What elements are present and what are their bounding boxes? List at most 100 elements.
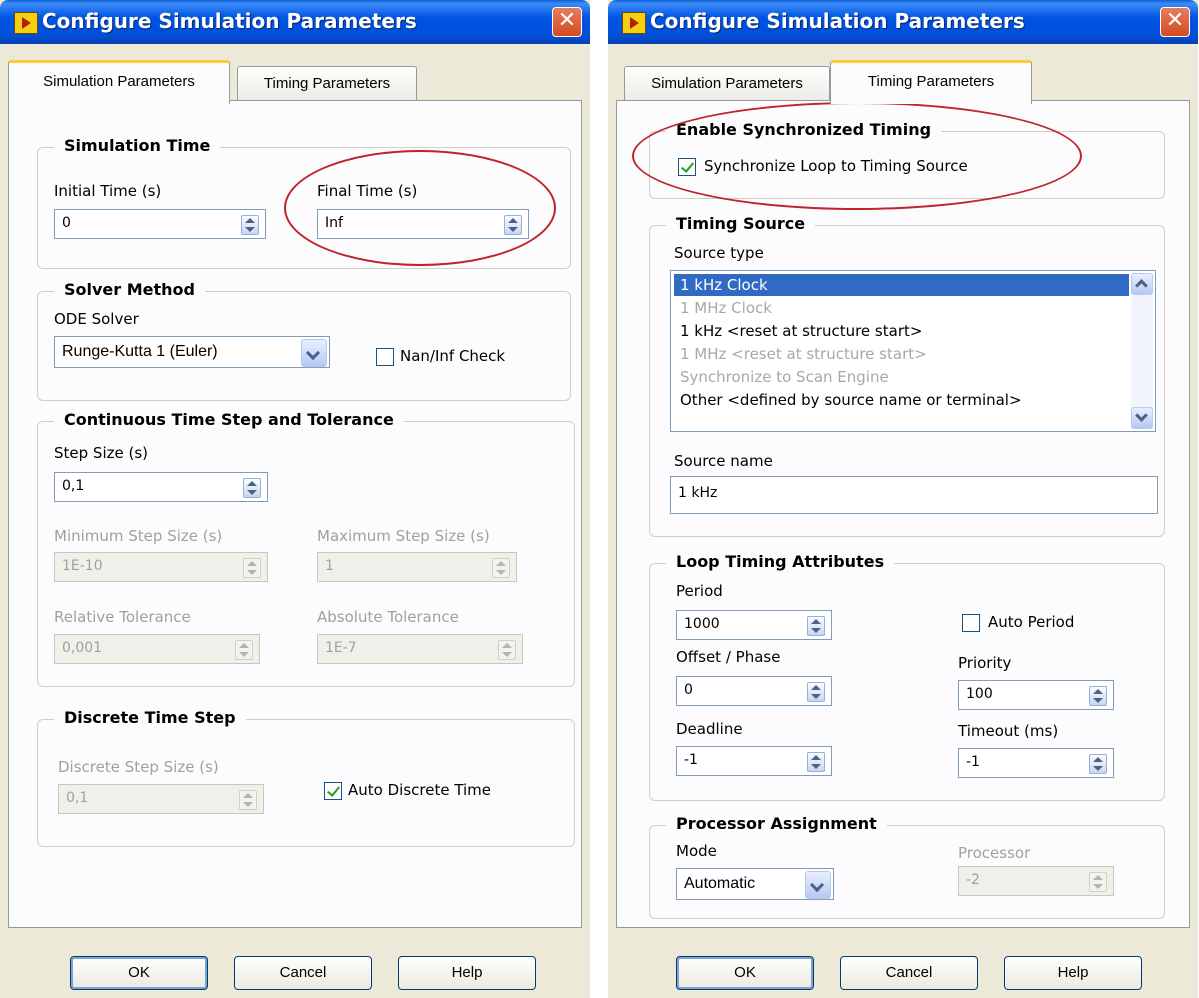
scroll-up-icon[interactable]: [1131, 273, 1153, 295]
priority-input[interactable]: 100: [958, 680, 1114, 710]
scroll-down-icon[interactable]: [1131, 407, 1153, 429]
processor-input: -2: [958, 866, 1114, 896]
ok-button[interactable]: OK: [676, 956, 814, 990]
loop-timing-group: Loop Timing Attributes Period 1000 Auto …: [649, 552, 1165, 801]
deadline-input[interactable]: -1: [676, 746, 832, 776]
timeout-input[interactable]: -1: [958, 748, 1114, 778]
value: Automatic: [684, 875, 756, 892]
list-item[interactable]: Other <defined by source name or termina…: [674, 389, 1129, 411]
sync-loop-checkbox[interactable]: [678, 158, 696, 176]
tab-simulation-parameters[interactable]: Simulation Parameters: [8, 60, 230, 104]
simulation-time-group: Simulation Time Initial Time (s) 0 Final…: [37, 136, 571, 269]
close-button[interactable]: ✕: [552, 7, 582, 37]
initial-time-input[interactable]: 0: [54, 209, 266, 239]
spinner-icon[interactable]: [243, 478, 261, 498]
step-size-input[interactable]: 0,1: [54, 472, 268, 502]
auto-period-checkbox[interactable]: [962, 614, 980, 632]
value: -2: [966, 872, 980, 888]
solver-method-group: Solver Method ODE Solver Runge-Kutta 1 (…: [37, 280, 571, 401]
group-title: Continuous Time Step and Tolerance: [54, 410, 404, 429]
value: 1000: [684, 616, 720, 632]
source-name-field[interactable]: 1 kHz: [670, 476, 1158, 514]
group-title: Simulation Time: [54, 136, 221, 155]
period-input[interactable]: 1000: [676, 610, 832, 640]
min-step-input: 1E-10: [54, 552, 268, 582]
spinner-icon[interactable]: [504, 215, 522, 235]
final-time-input[interactable]: Inf: [317, 209, 529, 239]
spinner-icon: [498, 640, 516, 660]
left-dialog: Configure Simulation Parameters ✕ Simula…: [0, 0, 590, 998]
cancel-button[interactable]: Cancel: [840, 956, 978, 990]
value: 0: [62, 215, 71, 231]
priority-label: Priority: [958, 654, 1012, 672]
help-button[interactable]: Help: [398, 956, 536, 990]
value: 0,001: [62, 640, 103, 656]
spinner-icon: [243, 558, 261, 578]
value: -1: [684, 752, 698, 768]
spinner-icon[interactable]: [807, 616, 825, 636]
offset-phase-label: Offset / Phase: [676, 648, 781, 666]
spinner-icon[interactable]: [807, 752, 825, 772]
naninf-checkbox[interactable]: [376, 348, 394, 366]
right-dialog: Configure Simulation Parameters ✕ Simula…: [608, 0, 1198, 998]
max-step-label: Maximum Step Size (s): [317, 527, 490, 545]
source-name-label: Source name: [674, 452, 773, 470]
value: 1 kHz: [678, 485, 718, 501]
processor-label: Processor: [958, 844, 1031, 862]
offset-phase-input[interactable]: 0: [676, 676, 832, 706]
group-title: Solver Method: [54, 280, 205, 299]
processor-assignment-group: Processor Assignment Mode Automatic Proc…: [649, 814, 1165, 919]
tab-strip: Simulation Parameters Timing Parameters: [616, 60, 1190, 104]
step-size-label: Step Size (s): [54, 444, 148, 462]
value: Runge-Kutta 1 (Euler): [62, 343, 218, 360]
ode-solver-label: ODE Solver: [54, 310, 139, 328]
spinner-icon[interactable]: [807, 682, 825, 702]
list-item: 1 MHz Clock: [680, 299, 772, 317]
absolute-tolerance-label: Absolute Tolerance: [317, 608, 459, 626]
help-button[interactable]: Help: [1004, 956, 1142, 990]
value: 1E-7: [325, 640, 357, 656]
initial-time-label: Initial Time (s): [54, 182, 162, 200]
auto-discrete-checkbox[interactable]: [324, 782, 342, 800]
period-label: Period: [676, 582, 723, 600]
value: 0,1: [66, 790, 89, 806]
final-time-label: Final Time (s): [317, 182, 418, 200]
window-gap: [591, 0, 608, 998]
ok-button[interactable]: OK: [70, 956, 208, 990]
labview-logo-icon: [622, 12, 646, 34]
spinner-icon[interactable]: [1089, 686, 1107, 706]
group-title: Processor Assignment: [666, 814, 887, 833]
cancel-button[interactable]: Cancel: [234, 956, 372, 990]
tab-timing-parameters[interactable]: Timing Parameters: [830, 60, 1032, 104]
chevron-down-icon[interactable]: [805, 871, 831, 899]
list-item[interactable]: 1 kHz Clock: [674, 274, 1129, 296]
value: 0: [684, 682, 693, 698]
spinner-icon: [235, 640, 253, 660]
value: -1: [966, 754, 980, 770]
deadline-label: Deadline: [676, 720, 743, 738]
list-item[interactable]: 1 kHz <reset at structure start>: [674, 320, 1129, 342]
list-item: 1 MHz <reset at structure start>: [680, 345, 927, 363]
scrollbar[interactable]: [1131, 273, 1153, 429]
chevron-down-icon[interactable]: [301, 339, 327, 367]
max-step-input: 1: [317, 552, 517, 582]
ode-solver-select[interactable]: Runge-Kutta 1 (Euler): [54, 336, 330, 368]
spinner-icon[interactable]: [241, 215, 259, 235]
tab-panel: Simulation Time Initial Time (s) 0 Final…: [8, 100, 582, 928]
source-type-list[interactable]: 1 kHz Clock 1 MHz Clock 1 kHz <reset at …: [670, 270, 1156, 432]
tab-strip: Simulation Parameters Timing Parameters: [8, 60, 582, 104]
group-title: Enable Synchronized Timing: [666, 120, 942, 139]
group-title: Loop Timing Attributes: [666, 552, 895, 571]
min-step-label: Minimum Step Size (s): [54, 527, 223, 545]
tab-simulation-parameters[interactable]: Simulation Parameters: [624, 66, 830, 101]
absolute-tolerance-input: 1E-7: [317, 634, 523, 664]
close-button[interactable]: ✕: [1160, 7, 1190, 37]
relative-tolerance-label: Relative Tolerance: [54, 608, 191, 626]
window-title: Configure Simulation Parameters: [42, 9, 417, 33]
spinner-icon[interactable]: [1089, 754, 1107, 774]
discrete-step-input: 0,1: [58, 784, 264, 814]
tab-timing-parameters[interactable]: Timing Parameters: [237, 66, 417, 101]
mode-select[interactable]: Automatic: [676, 868, 834, 900]
continuous-time-group: Continuous Time Step and Tolerance Step …: [37, 410, 575, 687]
tab-panel: Enable Synchronized Timing Synchronize L…: [616, 100, 1190, 928]
